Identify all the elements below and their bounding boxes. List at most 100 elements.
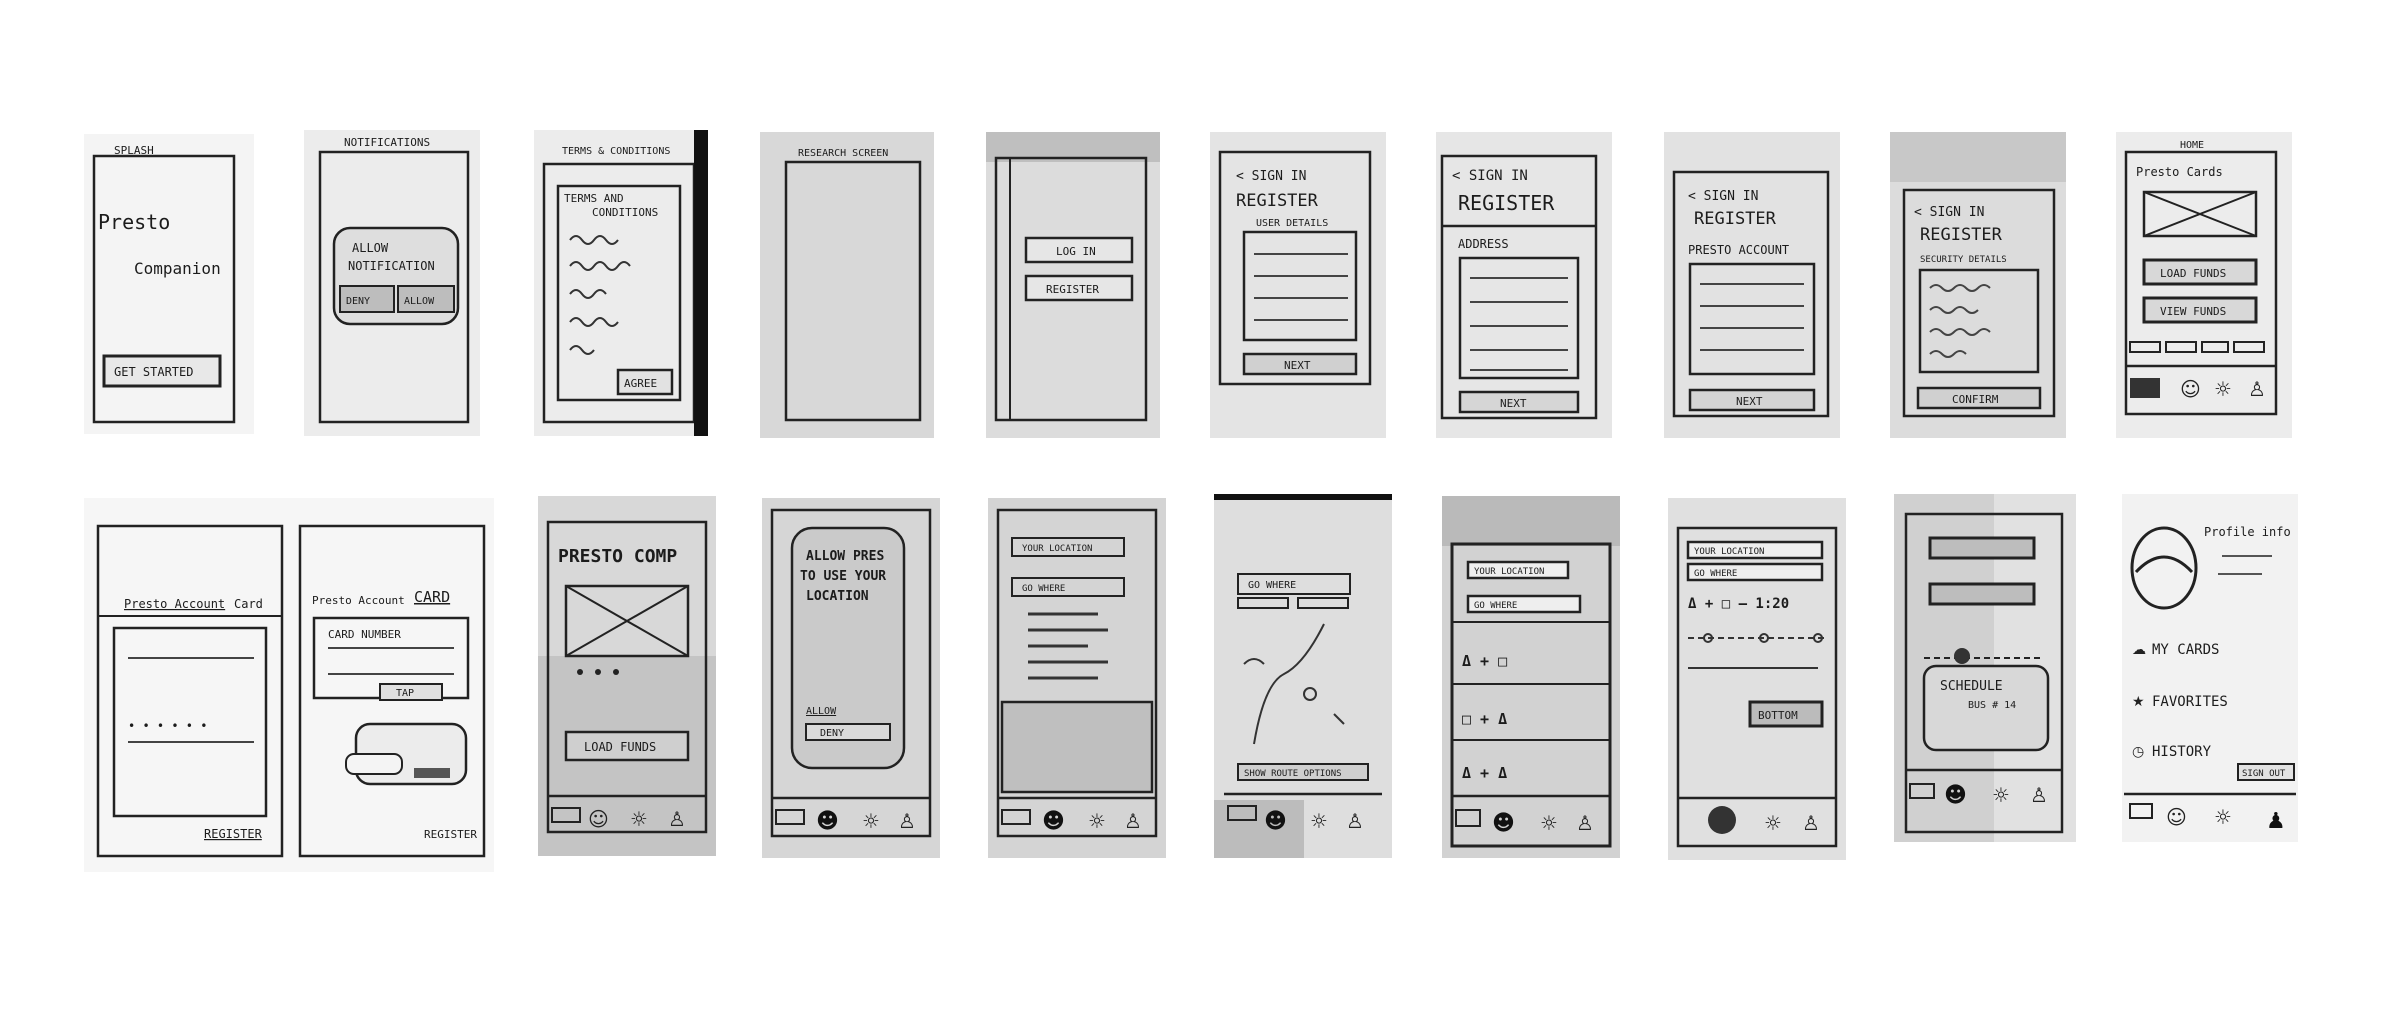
form-lines (1470, 277, 1568, 371)
left-register-link[interactable]: REGISTER (204, 827, 263, 841)
register-back-link[interactable]: < SIGN IN (1914, 205, 1984, 220)
profile-tab-icon[interactable]: ☻ (1042, 809, 1065, 834)
allow-location-button[interactable]: ALLOW (806, 706, 837, 717)
allow-notifications-button[interactable]: ALLOW (397, 285, 455, 313)
profile-tab-icon[interactable]: ☻ (1944, 783, 1967, 808)
favorites-menu-item[interactable]: FAVORITES (2152, 694, 2228, 710)
register-back-link[interactable]: < SIGN IN (1688, 189, 1758, 204)
register-section-label: USER DETAILS (1256, 218, 1328, 229)
cards-icon: ☁ (2132, 642, 2146, 658)
tap-card-button[interactable]: TAP (379, 683, 443, 701)
svg-text:BOTTOM: BOTTOM (1758, 709, 1798, 722)
timeline-marker[interactable] (1954, 648, 1970, 664)
svg-text:LOAD FUNDS: LOAD FUNDS (2160, 267, 2226, 280)
bottom-button[interactable]: BOTTOM (1748, 700, 1824, 728)
profile-tab-icon[interactable]: ☺ (2180, 377, 2201, 401)
card-tab-icon[interactable] (1001, 809, 1031, 825)
sun-tab-icon[interactable]: ☼ (2214, 377, 2232, 401)
sketch-register-security: < SIGN IN REGISTER SECURITY DETAILS CONF… (1890, 132, 2066, 438)
location-title-line2: TO USE YOUR (800, 569, 886, 584)
get-started-button[interactable]: GET STARTED (102, 354, 222, 388)
route-option-2[interactable]: □ + Δ (1462, 710, 1507, 728)
route-option-3[interactable]: Δ + Δ (1462, 764, 1507, 782)
view-funds-button[interactable]: VIEW FUNDS (2142, 296, 2258, 324)
your-location-field[interactable]: YOUR LOCATION (1011, 537, 1125, 557)
card-tab-icon[interactable] (1909, 783, 1935, 799)
person-tab-icon[interactable]: ♙ (668, 807, 686, 831)
person-tab-icon[interactable]: ♙ (1576, 811, 1594, 835)
sketch-notifications: NOTIFICATIONS ALLOW NOTIFICATION DENY AL… (304, 130, 480, 436)
load-funds-button[interactable]: LOAD FUNDS (564, 730, 690, 762)
my-cards-menu-item[interactable]: MY CARDS (2152, 642, 2219, 658)
next-button[interactable]: NEXT (1242, 352, 1358, 376)
map-drawing[interactable] (1243, 623, 1345, 745)
sketch-route-detail: YOUR LOCATION GO WHERE Δ + □ — 1:20 BOTT… (1668, 498, 1846, 860)
card-tab-icon[interactable] (1455, 809, 1481, 827)
go-where-field[interactable]: GO WHERE (1686, 562, 1824, 582)
go-where-field[interactable]: GO WHERE (1466, 594, 1582, 614)
deny-location-button[interactable]: DENY (805, 723, 891, 741)
go-where-field[interactable]: GO WHERE (1011, 577, 1125, 597)
sun-tab-icon[interactable]: ☼ (1540, 811, 1558, 835)
suggestion-list[interactable] (1028, 612, 1108, 680)
card-tab-icon[interactable] (775, 809, 805, 825)
person-tab-icon[interactable]: ♙ (898, 809, 916, 833)
person-tab-icon[interactable]: ♙ (1124, 809, 1142, 833)
sun-tab-icon[interactable]: ☼ (2214, 805, 2232, 829)
profile-tab-icon[interactable]: ☺ (588, 807, 609, 831)
right-tab-presto-account[interactable]: Presto Account (312, 594, 405, 607)
profile-tab-icon[interactable]: ☻ (1492, 811, 1515, 836)
agree-button[interactable]: AGREE (616, 368, 674, 396)
profile-tab-icon[interactable] (1708, 806, 1736, 834)
sun-tab-icon[interactable]: ☼ (1310, 809, 1328, 833)
sun-tab-icon[interactable]: ☼ (862, 809, 880, 833)
register-button[interactable]: REGISTER (1024, 274, 1134, 302)
svg-text:LOAD FUNDS: LOAD FUNDS (584, 740, 656, 754)
sun-tab-icon[interactable]: ☼ (1088, 809, 1106, 833)
sun-tab-icon[interactable]: ☼ (630, 807, 648, 831)
person-tab-icon[interactable]: ♙ (1802, 811, 1820, 835)
profile-tab-icon[interactable]: ☻ (1264, 809, 1287, 834)
login-button[interactable]: LOG IN (1024, 236, 1134, 264)
card-tabs[interactable] (2129, 341, 2265, 353)
person-tab-icon[interactable]: ♟ (2266, 809, 2286, 834)
research-header: RESEARCH SCREEN (798, 148, 888, 159)
card-tab-icon[interactable] (2130, 378, 2160, 398)
sign-out-button[interactable]: SIGN OUT (2237, 763, 2295, 781)
load-funds-button[interactable]: LOAD FUNDS (2142, 258, 2258, 286)
register-back-link[interactable]: < SIGN IN (1236, 169, 1306, 184)
right-tab-card[interactable]: CARD (414, 588, 450, 606)
next-button[interactable]: NEXT (1688, 388, 1816, 412)
terms-title-line2: CONDITIONS (592, 206, 658, 219)
your-location-field[interactable]: YOUR LOCATION (1686, 540, 1824, 560)
person-tab-icon[interactable]: ♙ (1346, 809, 1364, 833)
your-location-field[interactable]: YOUR LOCATION (1466, 560, 1570, 580)
person-tab-icon[interactable]: ♙ (2248, 377, 2266, 401)
sketch-register-user-details: < SIGN IN REGISTER USER DETAILS NEXT (1210, 132, 1386, 438)
deny-notifications-button[interactable]: DENY (339, 285, 395, 313)
sketch-search-location: YOUR LOCATION GO WHERE ☻ ☼ ♙ (988, 498, 1166, 858)
sketch-splash: SPLASH Presto Companion GET STARTED (84, 134, 254, 434)
right-register-link[interactable]: REGISTER (424, 828, 477, 841)
schedule-title: SCHEDULE (1940, 679, 2003, 694)
left-tab-presto-account[interactable]: Presto Account (124, 597, 225, 611)
route-option-1[interactable]: Δ + □ (1462, 652, 1507, 670)
profile-tab-icon[interactable]: ☺ (2166, 805, 2187, 829)
history-menu-item[interactable]: HISTORY (2152, 744, 2212, 760)
next-button[interactable]: NEXT (1458, 390, 1580, 414)
map-area[interactable] (1000, 700, 1154, 794)
schedule-bus: BUS # 14 (1968, 700, 2016, 711)
left-tab-card[interactable]: Card (234, 597, 263, 611)
profile-tab-icon[interactable]: ☻ (816, 809, 839, 834)
person-tab-icon[interactable]: ♙ (2030, 783, 2048, 807)
go-where-field[interactable]: GO WHERE (1237, 573, 1351, 595)
register-back-link[interactable]: < SIGN IN (1452, 168, 1528, 184)
card-tab-icon[interactable] (2129, 803, 2153, 819)
show-route-options-button[interactable]: SHOW ROUTE OPTIONS (1237, 763, 1369, 781)
svg-text:YOUR LOCATION: YOUR LOCATION (1474, 567, 1544, 577)
svg-text:YOUR LOCATION: YOUR LOCATION (1694, 547, 1764, 557)
sketch-login: LOG IN REGISTER (986, 132, 1160, 438)
confirm-button[interactable]: CONFIRM (1916, 386, 2042, 410)
sun-tab-icon[interactable]: ☼ (1992, 783, 2010, 807)
sun-tab-icon[interactable]: ☼ (1764, 811, 1782, 835)
